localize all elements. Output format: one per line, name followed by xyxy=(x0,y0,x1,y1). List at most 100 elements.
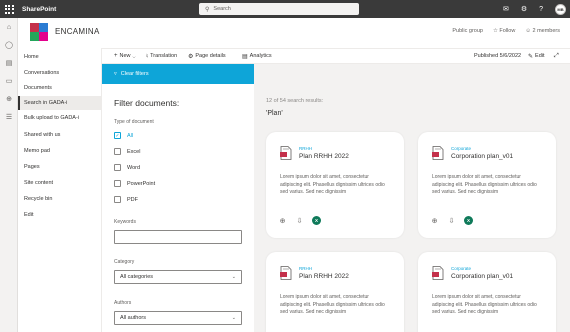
news-icon[interactable]: ▤ xyxy=(0,54,18,72)
category-value: All categories xyxy=(120,274,154,280)
type-powerpoint-checkbox[interactable]: PowerPoint xyxy=(114,180,155,187)
type-label: Type of document xyxy=(114,119,154,125)
new-label: New xyxy=(119,53,131,59)
filter-title: Filter documents: xyxy=(114,98,180,108)
results-query: 'Plan' xyxy=(266,110,283,117)
edit-button[interactable]: ✎ Edit xyxy=(528,49,545,63)
pdf-document-icon xyxy=(280,146,292,160)
card-description: Lorem ipsum dolor sit amet, consectetur … xyxy=(280,174,385,195)
nav-item-conversations[interactable]: Conversations xyxy=(18,66,102,80)
download-icon[interactable]: ⇩ xyxy=(447,216,456,225)
page-details-button[interactable]: ⚙ Page details xyxy=(188,49,226,63)
analytics-button[interactable]: ▤ Analytics xyxy=(242,49,272,63)
nav-item-shared[interactable]: Shared with us xyxy=(18,128,102,142)
nav-item-bulk-upload[interactable]: Bulk upload to GADA-i xyxy=(18,111,102,125)
type-pdf-label: PDF xyxy=(127,196,138,203)
left-nav: Home Conversations Documents Search in G… xyxy=(18,48,102,332)
members-label: 2 members xyxy=(532,28,560,34)
card-category: Corporate xyxy=(451,266,472,271)
checkmark-icon: ✓ xyxy=(114,132,121,139)
clear-filters-label: Clear filters xyxy=(120,71,149,77)
suite-actions: ✉ ⚙ ? MB xyxy=(503,0,566,18)
type-all-label: All xyxy=(127,132,134,139)
category-dropdown[interactable]: All categories ⌄ xyxy=(114,270,242,284)
card-title[interactable]: Plan RRHH 2022 xyxy=(299,273,349,280)
site-title[interactable]: ENCAMINA xyxy=(55,27,100,36)
add-icon[interactable]: ⊕ xyxy=(0,90,18,108)
add-icon[interactable]: ⊕ xyxy=(278,216,287,225)
excel-icon[interactable]: X xyxy=(464,216,473,225)
type-excel-checkbox[interactable]: Excel xyxy=(114,148,140,155)
keywords-label: Keywords xyxy=(114,219,136,225)
card-category: Corporate xyxy=(451,146,472,151)
search-placeholder: Search xyxy=(213,6,231,12)
nav-item-pages[interactable]: Pages xyxy=(18,160,102,174)
category-label: Category xyxy=(114,259,135,265)
folder-icon[interactable]: ▭ xyxy=(0,72,18,90)
chevron-down-icon: ⌄ xyxy=(231,274,236,280)
type-pdf-checkbox[interactable]: PDF xyxy=(114,196,138,203)
pdf-document-icon xyxy=(432,266,444,280)
excel-icon[interactable]: X xyxy=(312,216,321,225)
card-title[interactable]: Corporation plan_v01 xyxy=(451,273,513,280)
expand-icon: ⤢ xyxy=(554,52,559,59)
authors-dropdown[interactable]: All authors ⌄ xyxy=(114,311,242,325)
card-title[interactable]: Plan RRHH 2022 xyxy=(299,153,349,160)
avatar[interactable]: MB xyxy=(555,3,566,15)
new-button[interactable]: + New ⌵ xyxy=(114,49,136,63)
results-count: 12 of 54 search results: xyxy=(266,98,324,104)
search-input[interactable]: ⚲ Search xyxy=(199,3,359,15)
nav-item-site-content[interactable]: Site content xyxy=(18,176,102,190)
authors-value: All authors xyxy=(120,315,146,321)
result-card[interactable]: Corporate Corporation plan_v01 Lorem ips… xyxy=(418,252,556,332)
follow-button[interactable]: ☆ Follow xyxy=(493,28,515,34)
brand-label[interactable]: SharePoint xyxy=(22,6,56,13)
checkbox-box xyxy=(114,148,121,155)
pdf-document-icon xyxy=(432,146,444,160)
checkbox-box xyxy=(114,180,121,187)
members-button[interactable]: ☺ 2 members xyxy=(525,28,560,34)
clear-filters-button[interactable]: ▿ Clear filters xyxy=(102,64,254,84)
app-launcher-icon[interactable] xyxy=(0,0,18,18)
type-word-checkbox[interactable]: Word xyxy=(114,164,140,171)
card-title[interactable]: Corporation plan_v01 xyxy=(451,153,513,160)
chevron-down-icon: ⌄ xyxy=(231,315,236,321)
edit-label: Edit xyxy=(535,53,545,59)
nav-item-memo-pad[interactable]: Memo pad xyxy=(18,144,102,158)
site-header-actions: Public group ☆ Follow ☺ 2 members xyxy=(452,28,560,34)
group-privacy: Public group xyxy=(452,28,483,34)
megaphone-icon[interactable]: ✉ xyxy=(503,5,509,13)
nav-item-home[interactable]: Home xyxy=(18,50,102,64)
site-logo[interactable] xyxy=(30,23,48,41)
gear-icon[interactable]: ⚙ xyxy=(521,5,527,13)
app-rail: ⌂ ◯ ▤ ▭ ⊕ ☰ xyxy=(0,18,18,332)
filter-panel: ▿ Clear filters Filter documents: Type o… xyxy=(102,64,254,332)
nav-item-search-gada[interactable]: Search in GADA-i xyxy=(18,96,102,110)
result-card[interactable]: Corporate Corporation plan_v01 Lorem ips… xyxy=(418,132,556,238)
published-label: Published 5/6/2022 xyxy=(474,53,522,59)
nav-item-documents[interactable]: Documents xyxy=(18,81,102,95)
card-description: Lorem ipsum dolor sit amet, consectetur … xyxy=(432,174,537,195)
add-icon[interactable]: ⊕ xyxy=(430,216,439,225)
result-card[interactable]: RRHH Plan RRHH 2022 Lorem ipsum dolor si… xyxy=(266,252,404,332)
lists-icon[interactable]: ☰ xyxy=(0,108,18,126)
keywords-input[interactable] xyxy=(114,230,242,244)
nav-item-edit[interactable]: Edit xyxy=(18,208,102,222)
globe-icon[interactable]: ◯ xyxy=(0,36,18,54)
home-icon[interactable]: ⌂ xyxy=(0,18,18,36)
results-area: 12 of 54 search results: 'Plan' RRHH Pla… xyxy=(254,64,570,332)
search-icon: ⚲ xyxy=(205,6,210,13)
type-all-checkbox[interactable]: ✓ All xyxy=(114,132,133,139)
published-status: Published 5/6/2022 xyxy=(474,49,521,63)
translate-icon: ♮ xyxy=(146,53,149,60)
result-card[interactable]: RRHH Plan RRHH 2022 Lorem ipsum dolor si… xyxy=(266,132,404,238)
download-icon[interactable]: ⇩ xyxy=(295,216,304,225)
card-actions: ⊕ ⇩ X xyxy=(278,216,321,225)
gear-icon: ⚙ xyxy=(188,53,194,60)
translation-label: Translation xyxy=(150,53,178,59)
pencil-icon: ✎ xyxy=(528,53,534,60)
nav-item-recycle-bin[interactable]: Recycle bin xyxy=(18,192,102,206)
translation-button[interactable]: ♮ Translation xyxy=(146,49,177,63)
expand-button[interactable]: ⤢ xyxy=(554,49,559,63)
help-icon[interactable]: ? xyxy=(539,6,543,13)
